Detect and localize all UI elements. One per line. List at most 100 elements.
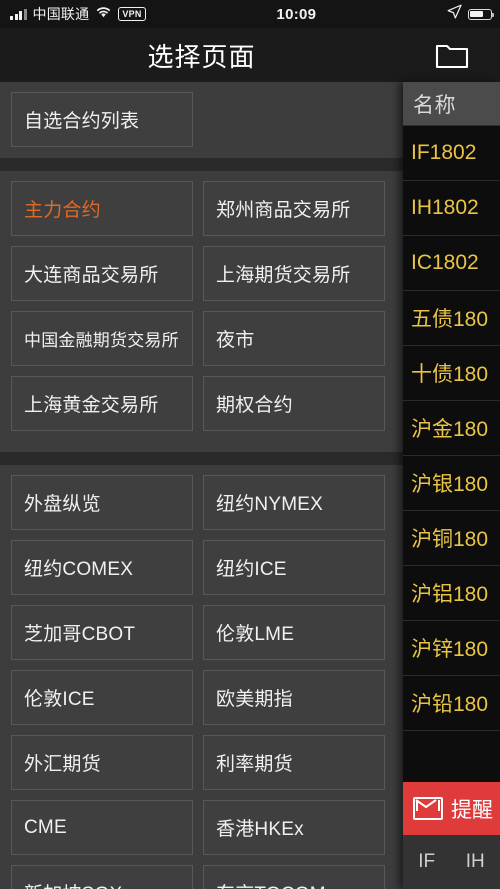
page-item-comex[interactable]: 纽约COMEX [11, 540, 193, 595]
page-item-label: 芝加哥CBOT [24, 624, 136, 645]
quote-column-header: 名称 [403, 82, 500, 126]
quote-name: IF1802 [411, 141, 477, 164]
page-item-label: 香港HKEx [216, 819, 304, 840]
page-item-nyice[interactable]: 纽约ICE [203, 540, 385, 595]
quote-row[interactable]: 沪金180 [403, 401, 500, 456]
quote-row[interactable]: IH1802 [403, 181, 500, 236]
quote-name: 十债180 [411, 363, 489, 386]
quote-row[interactable]: 沪铜180 [403, 511, 500, 566]
page-item-label: 上海期货交易所 [216, 265, 351, 286]
status-bar-left: 中国联通 VPN [0, 4, 146, 24]
page-item-fx-futures[interactable]: 外汇期货 [11, 735, 193, 790]
quote-tab-ih[interactable]: IH [464, 851, 487, 873]
page-item-label: 大连商品交易所 [24, 265, 159, 286]
page-item-label: 中国金融期货交易所 [24, 331, 179, 350]
page-item-dalian-exchange[interactable]: 大连商品交易所 [11, 246, 193, 301]
section-favorites: 自选合约列表 [0, 82, 403, 158]
page-chooser-list[interactable]: 自选合约列表 主力合约 郑州商品交易所 大连商品交易所 上海期货交易所 中国金融… [0, 82, 403, 889]
quote-name: 沪金180 [411, 418, 489, 441]
vpn-badge: VPN [118, 7, 146, 21]
page-item-cffex[interactable]: 中国金融期货交易所 [11, 311, 193, 366]
quote-row[interactable]: IC1802 [403, 236, 500, 291]
page-item-option-contracts[interactable]: 期权合约 [203, 376, 385, 431]
quote-name: IC1802 [411, 251, 479, 274]
section-domestic-exchanges: 主力合约 郑州商品交易所 大连商品交易所 上海期货交易所 中国金融期货交易所 夜… [0, 171, 403, 452]
page-item-label: 外汇期货 [24, 754, 101, 775]
page-item-overseas-overview[interactable]: 外盘纵览 [11, 475, 193, 530]
page-item-sgx[interactable]: 新加坡SGX [11, 865, 193, 889]
page-item-lme[interactable]: 伦敦LME [203, 605, 385, 660]
page-item-shanghai-gold-exchange[interactable]: 上海黄金交易所 [11, 376, 193, 431]
quote-name: 五债180 [411, 308, 489, 331]
page-item-euro-us-index-futures[interactable]: 欧美期指 [203, 670, 385, 725]
quote-row[interactable]: 沪铅180 [403, 676, 500, 731]
alert-label: 提醒 [451, 798, 493, 822]
quote-name: 沪铝180 [411, 583, 489, 606]
quote-row[interactable]: 沪铝180 [403, 566, 500, 621]
page-item-label: 自选合约列表 [24, 111, 140, 132]
page-item-label: 纽约NYMEX [216, 494, 323, 515]
carrier-label: 中国联通 [32, 6, 90, 22]
section-divider-2 [0, 452, 403, 465]
page-item-label: 伦敦ICE [24, 689, 95, 710]
page-item-label: 伦敦LME [216, 624, 295, 645]
page-title: 选择页面 [147, 41, 256, 72]
quote-row[interactable]: 沪银180 [403, 456, 500, 511]
section-overseas-exchanges: 外盘纵览 纽约NYMEX 纽约COMEX 纽约ICE 芝加哥CBOT 伦敦LME [0, 465, 403, 889]
clock-label: 10:09 [276, 5, 317, 23]
quote-tab-bar[interactable]: IF IH [403, 835, 500, 889]
page-item-cbot[interactable]: 芝加哥CBOT [11, 605, 193, 660]
quote-row[interactable]: IF1802 [403, 126, 500, 181]
section-domestic-grid: 主力合约 郑州商品交易所 大连商品交易所 上海期货交易所 中国金融期货交易所 夜… [0, 181, 403, 441]
page-item-label: CME [24, 816, 67, 838]
signal-bars-icon [10, 8, 27, 20]
page-item-cme[interactable]: CME [11, 800, 193, 855]
page-item-main-contract[interactable]: 主力合约 [11, 181, 193, 236]
quote-tab-if[interactable]: IF [416, 851, 437, 873]
page-item-label: 上海黄金交易所 [24, 395, 159, 416]
quote-row[interactable]: 沪锌180 [403, 621, 500, 676]
status-bar-center: 10:09 [146, 6, 447, 23]
quote-name: 沪铅180 [411, 693, 489, 716]
quote-name: 沪银180 [411, 473, 489, 496]
section-overseas-grid: 外盘纵览 纽约NYMEX 纽约COMEX 纽约ICE 芝加哥CBOT 伦敦LME [0, 475, 403, 889]
page-item-label: 东京TOCOM [216, 879, 326, 889]
page-item-label: 纽约COMEX [24, 559, 134, 580]
status-bar: 中国联通 VPN 10:09 [0, 0, 500, 28]
app-screen: 中国联通 VPN 10:09 选择页面 自选合约列表 主力合约 郑州商品交易所 … [0, 0, 500, 889]
page-item-shanghai-futures-exchange[interactable]: 上海期货交易所 [203, 246, 385, 301]
quote-name: 沪锌180 [411, 638, 489, 661]
mail-icon [413, 797, 443, 820]
quote-name: IH1802 [411, 196, 479, 219]
page-item-label: 外盘纵览 [24, 494, 101, 515]
section-divider-1 [0, 158, 403, 171]
navigation-bar: 选择页面 [0, 28, 500, 82]
quote-name: 沪铜180 [411, 528, 489, 551]
page-item-tocom[interactable]: 东京TOCOM [203, 865, 385, 889]
quote-row[interactable]: 五债180 [403, 291, 500, 346]
page-item-favorites-list[interactable]: 自选合约列表 [11, 92, 193, 147]
page-item-night-session[interactable]: 夜市 [203, 311, 385, 366]
page-item-label: 期权合约 [216, 395, 293, 416]
status-bar-right [447, 4, 500, 24]
page-item-hkex[interactable]: 香港HKEx [203, 800, 385, 855]
quote-panel[interactable]: 名称 IF1802 IH1802 IC1802 五债180 十债180 沪金18… [403, 82, 500, 889]
page-item-label: 主力合约 [24, 200, 101, 221]
page-item-nymex[interactable]: 纽约NYMEX [203, 475, 385, 530]
page-item-london-ice[interactable]: 伦敦ICE [11, 670, 193, 725]
folder-button[interactable] [403, 28, 500, 82]
folder-icon [435, 42, 469, 69]
page-item-label: 夜市 [216, 330, 255, 351]
page-item-label: 欧美期指 [216, 689, 293, 710]
quote-row[interactable]: 十债180 [403, 346, 500, 401]
page-item-label: 纽约ICE [216, 559, 287, 580]
page-item-zhengzhou-exchange[interactable]: 郑州商品交易所 [203, 181, 385, 236]
page-item-label: 郑州商品交易所 [216, 200, 351, 221]
alert-button[interactable]: 提醒 [403, 782, 500, 835]
battery-icon [468, 8, 494, 20]
wifi-icon [95, 5, 112, 23]
section-favorites-grid: 自选合约列表 [0, 92, 403, 147]
page-item-interest-rate-futures[interactable]: 利率期货 [203, 735, 385, 790]
page-item-label: 新加坡SGX [24, 879, 122, 889]
page-item-label: 利率期货 [216, 754, 293, 775]
